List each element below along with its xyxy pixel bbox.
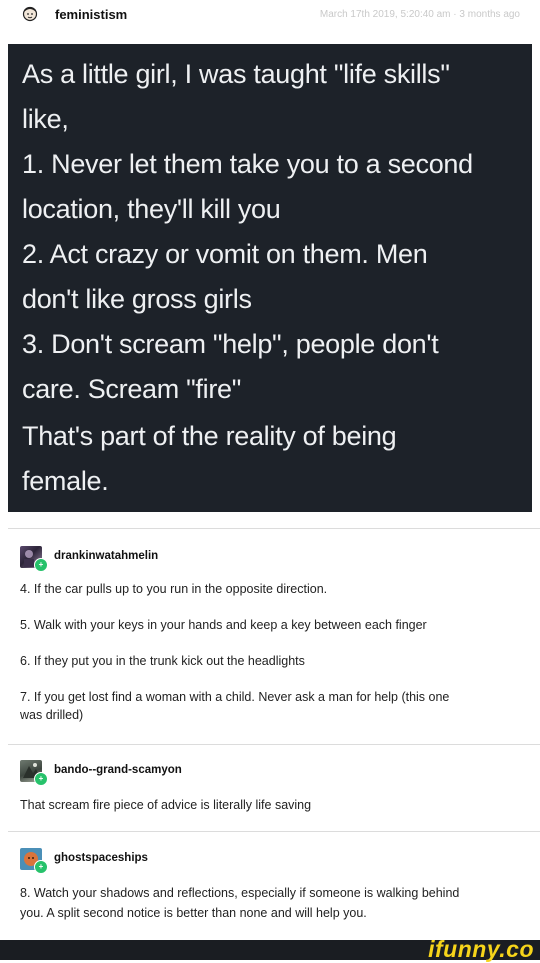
divider [8,528,540,529]
quote-line: care. Scream "fire" [22,374,242,404]
post-header: feministism March 17th 2019, 5:20:40 am … [0,0,540,30]
quote-line: As a little girl, I was taught "life ski… [22,59,450,89]
quote-image: As a little girl, I was taught "life ski… [8,44,532,512]
reply-line: 4. If the car pulls up to you run in the… [20,582,328,596]
plus-badge-icon: + [34,558,48,572]
divider [8,831,540,832]
reply-line: 6. If they put you in the trunk kick out… [20,654,305,668]
reply-line: you. A split second notice is better tha… [20,906,367,920]
reply-username[interactable]: bando--grand-scamyon [54,764,182,776]
post-username[interactable]: feministism [55,7,127,22]
watermark-logo: ifunny.co [428,936,534,962]
reply-line: 8. Watch your shadows and reflections, e… [20,886,460,900]
quote-line: 1. Never let them take you to a second [22,149,473,179]
quote-line: 2. Act crazy or vomit on them. Men [22,239,428,269]
quote-line: don't like gross girls [22,284,252,314]
plus-badge-icon: + [34,772,48,786]
quote-closing-line: That's part of the reality of being [22,421,397,451]
avatar[interactable] [22,6,38,22]
reply-line: 5. Walk with your keys in your hands and… [20,618,427,632]
reply-username[interactable]: drankinwatahmelin [54,550,158,562]
reply-ghostspaceships: + ghostspaceships 8. Watch your shadows … [20,848,520,922]
reply-line: That scream fire piece of advice is lite… [20,798,312,812]
quote-line: 3. Don't scream "help", people don't [22,329,439,359]
reply-drankinwatahmelin: + drankinwatahmelin 4. If the car pulls … [20,546,520,724]
avatar-face-icon [22,6,38,22]
quote-line: location, they'll kill you [22,194,281,224]
reply-bando-grand-scamyon: + bando--grand-scamyon That scream fire … [20,760,520,814]
post-timestamp: March 17th 2019, 5:20:40 am · 3 months a… [319,9,520,20]
reply-line: 7. If you get lost find a woman with a c… [20,690,450,704]
reply-line: was drilled) [20,708,84,722]
divider [8,744,540,745]
reply-username[interactable]: ghostspaceships [54,852,148,864]
quote-line: like, [22,104,69,134]
plus-badge-icon: + [34,860,48,874]
quote-closing-line: female. [22,466,109,496]
footer-bar: ifunny.co [0,936,540,962]
